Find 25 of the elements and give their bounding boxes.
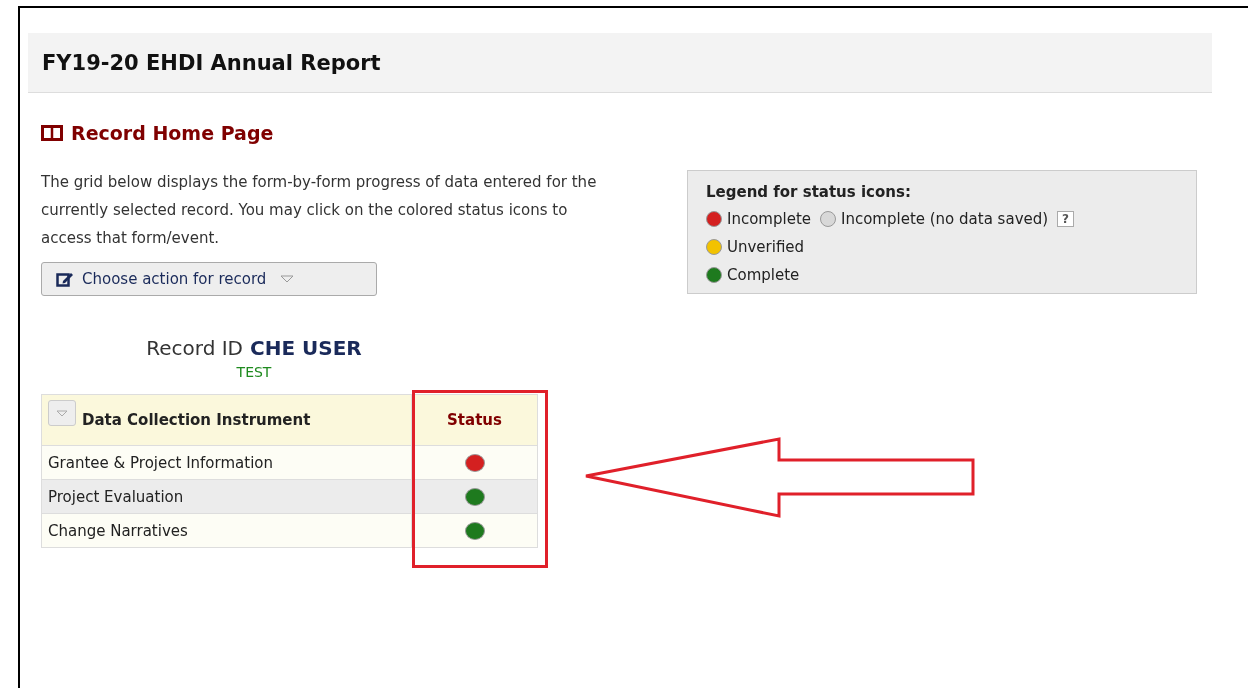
record-id-label: Record ID — [146, 336, 243, 360]
legend-label: Complete — [727, 266, 800, 284]
instrument-cell: Change Narratives — [41, 513, 412, 548]
legend-label: Unverified — [727, 238, 805, 256]
legend-label: Incomplete — [727, 210, 811, 228]
instrument-cell: Grantee & Project Information — [41, 445, 412, 480]
description-text: The grid below displays the form-by-form progress of data entered for the currently selected record. You may click on the colored status icons to access that form/event. — [41, 172, 598, 249]
column-header: Data Collection Instrument — [41, 394, 412, 446]
page-title: Record Home Page — [71, 122, 274, 144]
record-id-value: CHE USER — [250, 336, 362, 360]
status-icon[interactable] — [464, 521, 485, 540]
project-title: FY19-20 EHDI Annual Report — [42, 50, 381, 75]
status-icon[interactable] — [464, 487, 485, 506]
legend-title: Legend for status icons: — [706, 183, 912, 201]
record-subtitle: TEST — [235, 364, 273, 380]
columns-icon — [41, 125, 63, 141]
help-button[interactable]: ? — [1057, 211, 1075, 227]
status-icon[interactable] — [464, 453, 485, 472]
caret-icon — [56, 409, 68, 417]
collapse-toggle[interactable] — [48, 400, 76, 426]
caret-icon — [280, 275, 295, 283]
choose-action-dropdown[interactable]: Choose action for record — [41, 262, 377, 296]
legend-label: Incomplete (no data saved) — [841, 210, 1049, 228]
instrument-cell: Project Evaluation — [41, 479, 412, 514]
edit-icon — [56, 271, 74, 287]
